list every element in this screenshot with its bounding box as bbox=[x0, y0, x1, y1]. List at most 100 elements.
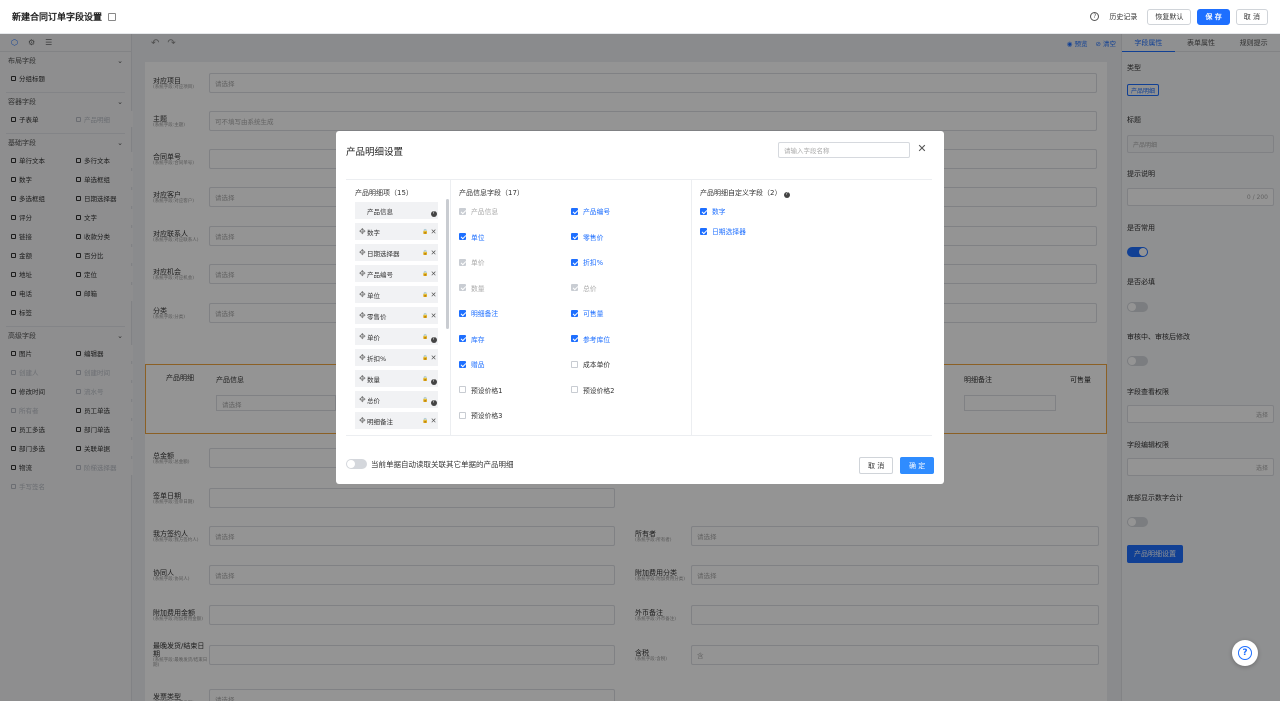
product-fields-column: 产品信息字段（17） 产品信息 产品编号 单位 零售价 单价 折扣% 数量 总价 明细备注 可售量… bbox=[450, 180, 691, 435]
checkbox-icon bbox=[571, 386, 578, 393]
remove-icon[interactable]: ✕ bbox=[429, 228, 438, 236]
lock-icon[interactable]: 🔒 bbox=[422, 292, 429, 298]
checkbox-icon bbox=[571, 309, 578, 317]
layout-icon[interactable] bbox=[108, 12, 117, 21]
custom-field-label: 日期选择器 bbox=[712, 228, 746, 236]
detail-list-scrollbar[interactable] bbox=[446, 199, 449, 329]
product-field-checkbox[interactable]: 预设价格1 bbox=[459, 385, 503, 395]
checkbox-icon bbox=[571, 335, 578, 342]
floating-help-button[interactable]: ? bbox=[1232, 640, 1258, 666]
product-field-checkbox[interactable]: 赠品 bbox=[459, 359, 485, 369]
lock-icon[interactable]: 🔒 bbox=[422, 313, 429, 319]
detail-item[interactable]: ✥ 产品编号 🔒 ✕ bbox=[355, 265, 438, 282]
remove-icon[interactable]: ✕ bbox=[429, 249, 438, 257]
product-field-checkbox[interactable]: 参考库位 bbox=[571, 334, 610, 344]
lock-icon[interactable]: 🔒 bbox=[422, 250, 429, 256]
top-bar: 新建合同订单字段设置 ? 历史记录 恢复默认 保 存 取 消 bbox=[0, 0, 1280, 34]
product-field-label: 赠品 bbox=[471, 361, 485, 369]
cancel-button[interactable]: 取 消 bbox=[1235, 8, 1268, 25]
lock-icon[interactable]: 🔒 bbox=[422, 334, 429, 340]
drag-handle-icon[interactable]: ✥ bbox=[359, 353, 367, 362]
custom-fields-title-text: 产品明细自定义字段（2） bbox=[700, 189, 782, 197]
drag-handle-icon[interactable]: ✥ bbox=[359, 290, 367, 299]
modal-title: 产品明细设置 bbox=[346, 147, 404, 158]
detail-item[interactable]: ✥ 单价 🔒? bbox=[355, 328, 438, 345]
custom-fields-column: 产品明细自定义字段（2） ? 数字日期选择器 bbox=[691, 180, 931, 435]
product-field-label: 单位 bbox=[471, 233, 485, 242]
checkbox-icon bbox=[700, 227, 707, 235]
question-icon[interactable]: ? bbox=[783, 192, 790, 198]
detail-item[interactable]: 产品信息? bbox=[355, 202, 438, 219]
product-field-checkbox[interactable]: 成本单价 bbox=[571, 359, 610, 369]
custom-field-checkbox[interactable]: 数字 bbox=[700, 206, 726, 216]
detail-item[interactable]: ✥ 总价 🔒? bbox=[355, 391, 438, 408]
modal-ok-button[interactable]: 确 定 bbox=[900, 457, 935, 474]
close-icon[interactable]: ✕ bbox=[916, 143, 928, 155]
product-field-label: 单价 bbox=[471, 259, 485, 267]
checkbox-icon bbox=[700, 207, 707, 215]
help-circle-icon[interactable]: ? bbox=[1090, 12, 1100, 21]
checkbox-icon bbox=[571, 284, 578, 291]
detail-item[interactable]: ✥ 零售价 🔒 ✕ bbox=[355, 307, 438, 324]
drag-handle-icon[interactable]: ✥ bbox=[359, 332, 367, 341]
detail-item[interactable]: ✥ 数量 🔒? bbox=[355, 370, 438, 387]
custom-field-label: 数字 bbox=[712, 208, 726, 216]
product-field-checkbox[interactable]: 零售价 bbox=[571, 232, 603, 242]
product-field-label: 零售价 bbox=[583, 233, 604, 242]
detail-item[interactable]: ✥ 日期选择器 🔒 ✕ bbox=[355, 244, 438, 261]
remove-icon[interactable]: ✕ bbox=[429, 312, 438, 320]
drag-handle-icon[interactable]: ✥ bbox=[359, 248, 367, 257]
question-icon[interactable]: ? bbox=[429, 334, 438, 343]
detail-item[interactable]: ✥ 明细备注 🔒 ✕ bbox=[355, 412, 438, 429]
lock-icon[interactable]: 🔒 bbox=[422, 418, 429, 424]
history-link[interactable]: 历史记录 bbox=[1105, 12, 1141, 22]
drag-handle-icon[interactable]: ✥ bbox=[359, 395, 367, 404]
product-field-label: 可售量 bbox=[583, 310, 604, 318]
checkbox-icon bbox=[459, 233, 466, 240]
product-field-label: 预设价格2 bbox=[583, 386, 615, 395]
drag-handle-icon[interactable]: ✥ bbox=[359, 416, 367, 425]
checkbox-icon bbox=[459, 411, 466, 419]
product-field-checkbox[interactable]: 可售量 bbox=[571, 308, 603, 318]
product-field-checkbox[interactable]: 库存 bbox=[459, 334, 485, 344]
modal-cancel-button[interactable]: 取 消 bbox=[859, 457, 894, 474]
page-title: 新建合同订单字段设置 bbox=[12, 13, 103, 23]
remove-icon[interactable]: ✕ bbox=[429, 354, 438, 362]
restore-default-button[interactable]: 恢复默认 bbox=[1147, 8, 1192, 25]
save-button[interactable]: 保 存 bbox=[1197, 8, 1230, 25]
remove-icon[interactable]: ✕ bbox=[429, 291, 438, 299]
product-field-checkbox[interactable]: 预设价格3 bbox=[459, 410, 503, 420]
product-field-checkbox[interactable]: 产品编号 bbox=[571, 206, 610, 216]
auto-read-label: 当前单据自动读取关联其它单据的产品明细 bbox=[371, 460, 514, 469]
checkbox-icon bbox=[571, 233, 578, 240]
question-icon[interactable]: ? bbox=[429, 397, 438, 406]
product-field-checkbox[interactable]: 预设价格2 bbox=[571, 385, 615, 395]
detail-item-label: 总价 bbox=[367, 396, 380, 405]
lock-icon[interactable]: 🔒 bbox=[422, 376, 429, 382]
question-icon[interactable]: ? bbox=[429, 376, 438, 385]
product-field-label: 参考库位 bbox=[583, 335, 611, 344]
remove-icon[interactable]: ✕ bbox=[429, 417, 438, 425]
product-field-checkbox[interactable]: 明细备注 bbox=[459, 308, 498, 318]
drag-handle-icon[interactable]: ✥ bbox=[359, 311, 367, 320]
drag-handle-icon[interactable]: ✥ bbox=[359, 269, 367, 278]
detail-item[interactable]: ✥ 单位 🔒 ✕ bbox=[355, 286, 438, 303]
question-icon[interactable]: ? bbox=[429, 208, 438, 217]
lock-icon[interactable]: 🔒 bbox=[422, 355, 429, 361]
drag-handle-icon[interactable]: ✥ bbox=[359, 227, 367, 236]
product-field-checkbox[interactable]: 折扣% bbox=[571, 257, 603, 267]
product-field-label: 预设价格3 bbox=[471, 412, 503, 420]
drag-handle-icon[interactable]: ✥ bbox=[359, 374, 367, 383]
field-search-input[interactable]: 请输入字段名称 bbox=[778, 142, 910, 158]
detail-item[interactable]: ✥ 数字 🔒 ✕ bbox=[355, 223, 438, 240]
custom-field-checkbox[interactable]: 日期选择器 bbox=[700, 226, 746, 236]
lock-icon[interactable]: 🔒 bbox=[422, 229, 429, 235]
detail-item[interactable]: ✥ 折扣% 🔒 ✕ bbox=[355, 349, 438, 366]
lock-icon[interactable]: 🔒 bbox=[422, 271, 429, 277]
product-field-checkbox[interactable]: 单位 bbox=[459, 232, 485, 242]
remove-icon[interactable]: ✕ bbox=[429, 270, 438, 278]
auto-read-toggle[interactable] bbox=[346, 459, 367, 469]
detail-item-label: 日期选择器 bbox=[367, 249, 400, 258]
lock-icon[interactable]: 🔒 bbox=[422, 397, 429, 403]
detail-items-column: 产品明细项（15） 产品信息? ✥ 数字 🔒 ✕ ✥ 日期选择器 🔒 ✕ ✥ 产品编号 🔒 ✕ ✥ 单位 🔒 ✕… bbox=[336, 180, 450, 435]
